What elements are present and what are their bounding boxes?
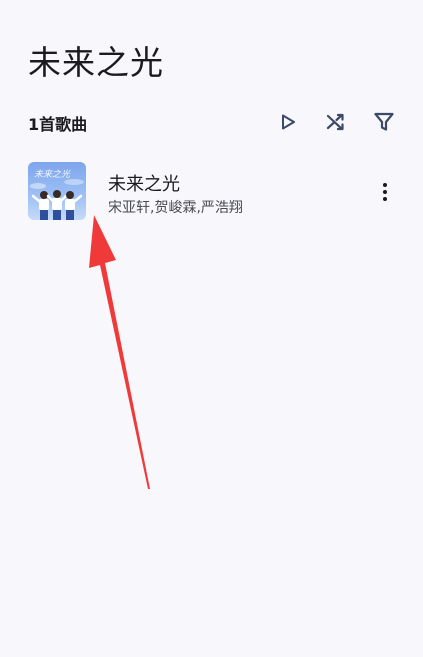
song-list-item[interactable]: 未来之光 未来之光 宋亚轩,贺峻霖,严浩翔	[0, 156, 423, 228]
song-title: 未来之光	[108, 174, 180, 195]
page-title: 未来之光	[28, 43, 164, 82]
shuffle-button[interactable]	[318, 104, 354, 140]
song-count: 1首歌曲	[28, 115, 88, 134]
album-cover-title: 未来之光	[34, 170, 71, 180]
filter-icon	[374, 112, 394, 131]
album-cover: 未来之光	[28, 162, 86, 220]
annotation-arrow	[89, 215, 150, 489]
filter-button[interactable]	[366, 104, 402, 140]
play-all-button[interactable]	[270, 104, 306, 140]
song-artist: 宋亚轩,贺峻霖,严浩翔	[108, 200, 243, 216]
shuffle-icon	[326, 113, 344, 131]
list-toolbar: 1首歌曲	[0, 104, 423, 140]
song-more-button[interactable]	[370, 174, 400, 210]
play-icon	[282, 114, 295, 130]
more-vertical-icon	[383, 183, 387, 201]
